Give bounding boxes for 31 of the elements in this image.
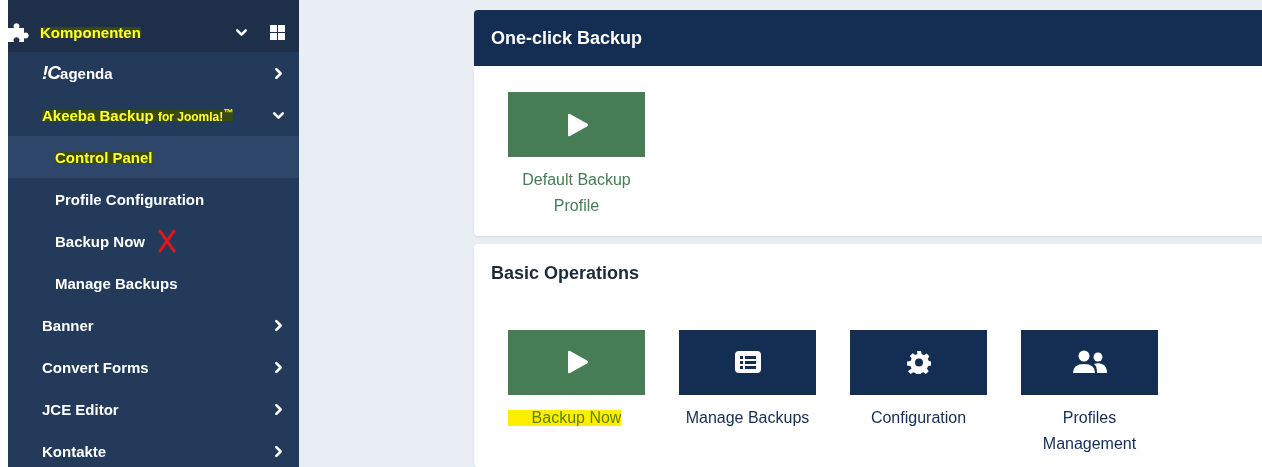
tile-label[interactable]: Profiles Management (1021, 404, 1158, 457)
sidebar-item[interactable]: Banner (8, 304, 299, 346)
tile-button[interactable] (1021, 329, 1158, 395)
tile-button[interactable] (679, 329, 816, 395)
puzzle-icon (8, 22, 30, 42)
sidebar-item[interactable]: Convert Forms (8, 346, 299, 388)
chevron-right-icon (272, 66, 285, 80)
tile-label[interactable]: Manage Backups (685, 404, 810, 431)
chevron-right-icon (272, 444, 285, 458)
chevron-right-icon (272, 402, 285, 416)
chevron-right-icon (272, 318, 285, 332)
tile-button[interactable] (508, 329, 645, 395)
submenu-item[interactable]: Profile Configuration (8, 178, 299, 220)
gear-icon (906, 350, 931, 375)
submenu-item[interactable]: Control Panel (8, 136, 299, 178)
users-icon (1072, 350, 1107, 375)
card-title: One-click Backup (474, 10, 1262, 66)
list-icon (734, 351, 761, 374)
grid-icon[interactable] (270, 24, 285, 40)
tile-button[interactable] (508, 92, 645, 157)
tile-label[interactable]: Configuration (870, 404, 967, 431)
tile-button[interactable] (850, 329, 987, 395)
chevron-right-icon (272, 360, 285, 374)
sidebar-item[interactable]: JCE Editor (8, 388, 299, 430)
submenu-item[interactable]: Manage Backups (8, 262, 299, 304)
sidebar-item[interactable]: Kontakte (8, 430, 299, 467)
sidebar-item[interactable]: Akeeba Backup for Joomla!$^{™}$ (8, 94, 299, 136)
sidebar-item[interactable]: !Cagenda (8, 52, 299, 94)
submenu-item[interactable]: Backup Now (8, 220, 299, 262)
tile-label[interactable]: Default Backup Profile (508, 167, 645, 219)
card-title: Basic Operations (490, 262, 641, 286)
